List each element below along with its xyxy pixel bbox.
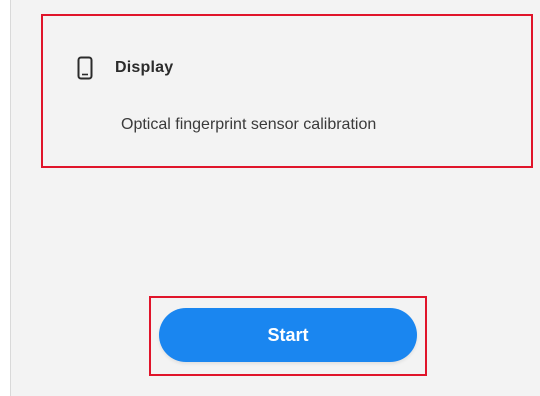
phone-icon	[77, 56, 93, 80]
calibration-card[interactable]: Display Optical fingerprint sensor calib…	[41, 14, 533, 168]
start-button[interactable]: Start	[159, 308, 417, 362]
card-description: Optical fingerprint sensor calibration	[121, 116, 377, 133]
calibration-screen: Display Optical fingerprint sensor calib…	[10, 0, 540, 396]
card-header: Display	[77, 56, 173, 80]
start-button-container: Start	[149, 296, 427, 376]
card-title: Display	[115, 59, 174, 76]
